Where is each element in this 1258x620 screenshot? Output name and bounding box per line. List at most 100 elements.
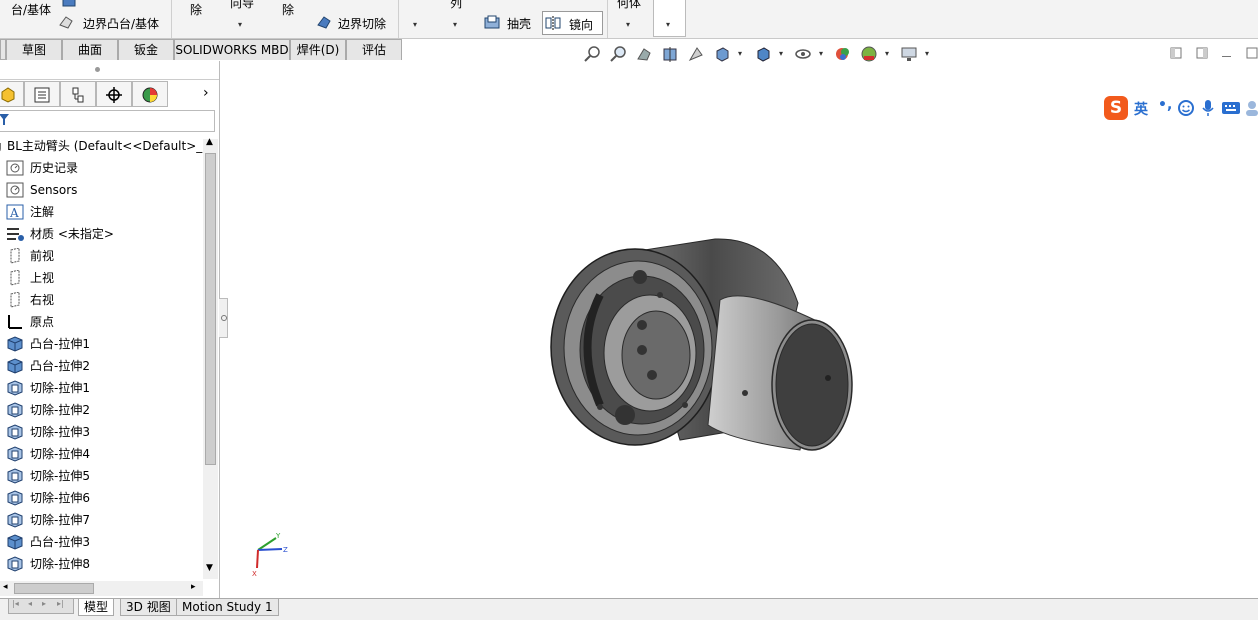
scroll-up-icon[interactable]: ▲ bbox=[206, 137, 213, 147]
dropdown-arrow-icon[interactable]: ▾ bbox=[885, 49, 889, 58]
cut-extrude-icon bbox=[6, 446, 24, 462]
dropdown-arrow-icon[interactable]: ▾ bbox=[925, 49, 929, 58]
tree-item-label: 原点 bbox=[30, 315, 55, 329]
dropdown-arrow-icon[interactable]: ▾ bbox=[738, 49, 742, 58]
section-view-icon[interactable] bbox=[661, 45, 679, 63]
dropdown-arrow-icon: ▾ bbox=[666, 20, 671, 29]
dropdown-arrow-icon[interactable]: ▾ bbox=[626, 20, 630, 29]
last-tab-icon[interactable]: ▸| bbox=[57, 599, 64, 608]
curves-dropdown[interactable]: ▾ bbox=[653, 0, 686, 37]
ribbon-item-hole-wizard[interactable]: 向导 bbox=[230, 0, 254, 11]
tab-motion-study[interactable]: Motion Study 1 bbox=[176, 599, 279, 616]
zoom-to-fit-icon[interactable] bbox=[583, 45, 601, 63]
ribbon-item-cut[interactable]: 除 bbox=[190, 1, 202, 18]
boss-extrude-icon[interactable] bbox=[61, 0, 77, 8]
triad-z-label: Z bbox=[283, 546, 288, 554]
feature-tree-scrollbar[interactable]: ▲ ▼ bbox=[203, 137, 218, 579]
tree-item-label: 切除-拉伸6 bbox=[30, 491, 90, 505]
prev-tab-icon[interactable]: ◂ bbox=[28, 599, 32, 608]
apply-scene-icon[interactable] bbox=[860, 45, 878, 63]
dropdown-arrow-icon[interactable]: ▾ bbox=[779, 49, 783, 58]
annotation-icon: A bbox=[6, 204, 24, 220]
punctuation-icon[interactable]: •, bbox=[1158, 97, 1172, 113]
scroll-down-icon[interactable]: ▼ bbox=[206, 563, 213, 573]
ribbon-item-pattern[interactable]: 列 bbox=[450, 0, 462, 11]
mirror-button[interactable]: 镜向 bbox=[542, 11, 603, 35]
tab-evaluate[interactable]: 评估 bbox=[346, 39, 402, 60]
sogou-logo-icon[interactable]: S bbox=[1104, 96, 1128, 120]
dropdown-arrow-icon[interactable]: ▾ bbox=[413, 20, 417, 29]
keyboard-icon[interactable] bbox=[1222, 102, 1240, 114]
zoom-to-area-icon[interactable] bbox=[609, 45, 627, 63]
tree-item-label: 凸台-拉伸1 bbox=[30, 337, 90, 351]
tab-scroll-buttons[interactable]: |◂ ◂ ▸ ▸| bbox=[8, 599, 74, 614]
user-icon[interactable] bbox=[1246, 100, 1258, 116]
previous-view-icon[interactable] bbox=[635, 45, 653, 63]
tab-mbd[interactable]: SOLIDWORKS MBD bbox=[174, 39, 290, 60]
tab-surfaces[interactable]: 曲面 bbox=[62, 39, 118, 60]
tree-item-label: 切除-拉伸3 bbox=[30, 425, 90, 439]
hide-show-items-icon[interactable] bbox=[794, 45, 812, 63]
edit-appearance-icon[interactable] bbox=[834, 45, 852, 63]
tab-dimxpert-manager[interactable] bbox=[96, 81, 132, 107]
tree-item-label: 注解 bbox=[30, 205, 55, 219]
plane-icon bbox=[6, 269, 24, 286]
ribbon-item-boundary-cut[interactable]: 边界切除 bbox=[338, 15, 386, 32]
tree-item-label: 凸台-拉伸3 bbox=[30, 535, 90, 549]
boundary-cut-icon[interactable] bbox=[316, 15, 332, 29]
ribbon-item-boss-base[interactable]: 台/基体 bbox=[11, 1, 51, 18]
feature-tree-hscrollbar[interactable]: ◂ ▸ bbox=[0, 581, 203, 596]
minimize-icon[interactable] bbox=[1222, 56, 1231, 57]
tree-root-label: BL主动臂头 (Default<<Default>_P bbox=[7, 139, 210, 153]
ribbon-item-reference-geometry[interactable]: 何体 bbox=[617, 0, 641, 11]
dynamic-annotation-icon[interactable] bbox=[687, 45, 705, 63]
tab-display-manager[interactable] bbox=[132, 81, 168, 107]
tab-feature-manager[interactable] bbox=[0, 81, 24, 107]
ime-language-toggle[interactable]: 英 bbox=[1134, 99, 1148, 119]
emoji-icon[interactable] bbox=[1178, 100, 1194, 116]
panel-grip-icon[interactable] bbox=[95, 67, 100, 72]
next-tab-icon[interactable]: ▸ bbox=[42, 599, 46, 608]
cut-extrude-icon bbox=[6, 556, 24, 572]
boundary-boss-icon[interactable] bbox=[58, 15, 74, 29]
maximize-icon[interactable] bbox=[1246, 47, 1258, 59]
tree-item-label: 前视 bbox=[30, 249, 55, 263]
scrollbar-thumb[interactable] bbox=[205, 153, 216, 465]
tab-3d-views[interactable]: 3D 视图 bbox=[120, 599, 177, 616]
tab-sketch[interactable]: 草图 bbox=[6, 39, 62, 60]
display-style-icon[interactable] bbox=[754, 45, 772, 63]
tree-item-label: 材质 <未指定> bbox=[30, 227, 114, 241]
dropdown-arrow-icon[interactable]: ▾ bbox=[453, 20, 457, 29]
ribbon-item-shell[interactable]: 抽壳 bbox=[507, 15, 531, 32]
chevron-right-icon[interactable]: › bbox=[203, 85, 209, 101]
cut-extrude-icon bbox=[6, 512, 24, 528]
tab-model[interactable]: 模型 bbox=[78, 599, 115, 616]
triad-x-label: X bbox=[252, 570, 257, 578]
dropdown-arrow-icon[interactable]: ▾ bbox=[238, 20, 242, 29]
dropdown-arrow-icon[interactable]: ▾ bbox=[819, 49, 823, 58]
plane-icon bbox=[6, 291, 24, 308]
expand-pane-icon[interactable] bbox=[1196, 47, 1208, 59]
tree-item-label: 切除-拉伸8 bbox=[30, 557, 90, 571]
tab-property-manager[interactable] bbox=[24, 81, 60, 107]
tree-filter-input[interactable] bbox=[0, 110, 215, 132]
bottom-tab-bar: |◂ ◂ ▸ ▸| 模型 3D 视图 Motion Study 1 bbox=[0, 598, 1258, 620]
tab-weldments[interactable]: 焊件(D) bbox=[290, 39, 346, 60]
first-tab-icon[interactable]: |◂ bbox=[12, 599, 19, 608]
scroll-left-icon[interactable]: ◂ bbox=[3, 582, 8, 592]
panel-splitter[interactable] bbox=[219, 298, 228, 338]
view-orientation-icon[interactable] bbox=[713, 45, 731, 63]
shell-icon[interactable] bbox=[484, 15, 500, 29]
view-settings-icon[interactable] bbox=[900, 45, 918, 63]
tab-configuration-manager[interactable] bbox=[60, 81, 96, 107]
ribbon-item-boundary-boss[interactable]: 边界凸台/基体 bbox=[83, 15, 159, 32]
scroll-right-icon[interactable]: ▸ bbox=[191, 582, 196, 592]
model-3d-view[interactable] bbox=[530, 225, 870, 465]
tab-sheet-metal[interactable]: 钣金 bbox=[118, 39, 174, 60]
hscrollbar-thumb[interactable] bbox=[14, 583, 94, 594]
tree-item-label: 切除-拉伸5 bbox=[30, 469, 90, 483]
restore-pane-icon[interactable] bbox=[1170, 47, 1182, 59]
cut-extrude-icon bbox=[6, 468, 24, 484]
ribbon-item-revolved-cut[interactable]: 除 bbox=[282, 1, 294, 18]
voice-input-icon[interactable] bbox=[1201, 100, 1215, 116]
